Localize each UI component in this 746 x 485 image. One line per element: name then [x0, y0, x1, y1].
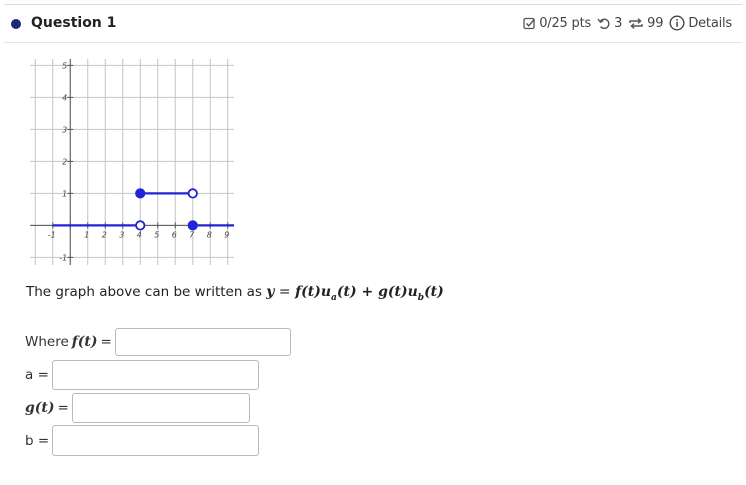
info-icon — [669, 15, 685, 31]
x-tick-label: 3 — [119, 230, 124, 239]
y-tick-label: 2 — [62, 157, 67, 166]
points-group: 0/25 pts — [523, 16, 591, 31]
x-tick-label: 8 — [207, 230, 212, 239]
x-tick-label: 2 — [102, 230, 107, 239]
g-input[interactable] — [71, 393, 250, 423]
repeat-icon — [629, 17, 643, 29]
a-input[interactable] — [51, 360, 259, 390]
step-function-graph: -11234567891054321-1 — [30, 59, 234, 265]
g-label: g(t) — [25, 400, 55, 416]
g-equals: = — [57, 400, 69, 416]
prompt-text: The graph above can be written as — [26, 284, 262, 300]
g-row: g(t) = — [25, 393, 250, 423]
closed-endpoint — [187, 220, 198, 231]
b-row: b = — [25, 425, 260, 456]
question-header: Question 1 0/25 pts 3 99 Details — [0, 5, 746, 42]
x-tick-label: 5 — [154, 230, 159, 239]
f-label: f(t) — [71, 334, 98, 350]
attempts-value: 99 — [647, 15, 664, 31]
y-tick-label: 5 — [62, 61, 67, 70]
x-tick-label: 6 — [172, 230, 177, 239]
f-row: Where f(t) = — [25, 328, 291, 356]
undo-icon — [597, 17, 610, 29]
a-row: a = — [25, 360, 259, 390]
question-title: Question 1 — [31, 15, 117, 31]
x-tick-label: 9 — [224, 230, 229, 239]
open-endpoint — [187, 188, 198, 199]
open-endpoint — [135, 220, 146, 231]
question-prompt: The graph above can be written as y = f(… — [26, 284, 444, 303]
retries-value: 3 — [614, 15, 623, 31]
y-tick-label: 1 — [62, 189, 67, 198]
b-label: b = — [25, 432, 50, 449]
f-input[interactable] — [114, 328, 291, 356]
question-bullet-icon — [11, 19, 21, 29]
x-tick-label: 7 — [189, 230, 195, 239]
x-tick-label: 4 — [137, 230, 142, 239]
b-input[interactable] — [52, 425, 260, 456]
details-label[interactable]: Details — [688, 16, 732, 31]
checkbox-icon — [523, 17, 536, 29]
x-tick-label: -1 — [48, 230, 56, 239]
f-equals: = — [100, 334, 112, 350]
y-tick-label: -1 — [59, 253, 67, 262]
retries-group: 3 — [597, 16, 622, 31]
attempts-group: 99 — [628, 15, 664, 31]
closed-endpoint — [135, 188, 146, 199]
y-tick-label: 4 — [62, 93, 67, 102]
a-label: a = — [25, 367, 49, 383]
points-value: 0/25 pts — [539, 15, 592, 31]
x-tick-label: 1 — [84, 230, 89, 239]
y-tick-label: 3 — [62, 125, 67, 134]
where-label: Where — [25, 334, 69, 350]
details-toggle[interactable]: Details — [669, 15, 732, 31]
header-divider — [4, 42, 742, 43]
question-meta: 0/25 pts 3 99 Details — [517, 15, 732, 31]
prompt-formula: y = f(t)ua(t) + g(t)ub(t) — [266, 284, 444, 303]
